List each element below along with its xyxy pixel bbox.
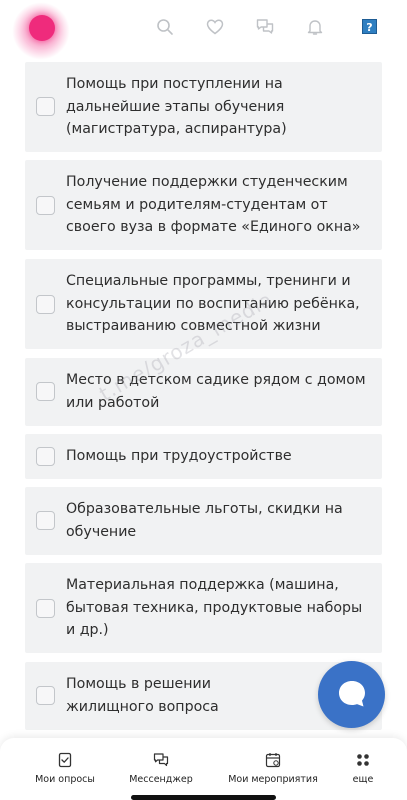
option-label: Место в детском садике рядом с домом или… — [66, 372, 366, 411]
messenger-icon — [153, 753, 169, 767]
home-indicator — [131, 795, 276, 800]
nav-more[interactable]: еще — [348, 752, 378, 785]
option-label: Помощь в решении жилищного вопроса — [66, 676, 219, 715]
option-checkbox[interactable] — [36, 97, 55, 116]
option-checkbox[interactable] — [36, 295, 55, 314]
heart-icon[interactable] — [206, 18, 224, 36]
option-card[interactable]: Специальные программы, тренинги и консул… — [25, 259, 382, 349]
option-label: Материальная поддержка (машина, бытовая … — [66, 577, 363, 638]
help-button[interactable]: ? — [362, 19, 377, 34]
option-checkbox[interactable] — [36, 511, 55, 530]
option-card[interactable]: Место в детском садике рядом с домом или… — [25, 358, 382, 426]
bell-icon[interactable] — [306, 18, 324, 36]
option-card[interactable]: Получение поддержки студенческим семьям … — [25, 160, 382, 250]
nav-label: Мои опросы — [35, 774, 95, 785]
logo-icon[interactable] — [29, 15, 55, 41]
option-card[interactable]: Образовательные льготы, скидки на обучен… — [25, 487, 382, 555]
search-icon[interactable] — [156, 18, 174, 36]
option-label: Образовательные льготы, скидки на обучен… — [66, 501, 343, 540]
option-checkbox[interactable] — [36, 686, 55, 705]
calendar-icon — [265, 753, 281, 768]
option-label: Помощь при трудоустройстве — [66, 448, 292, 464]
option-card[interactable]: Помощь при поступлении на дальнейшие эта… — [25, 62, 382, 152]
nav-label: Мои мероприятия — [228, 774, 318, 785]
more-grid-icon — [357, 754, 369, 766]
option-label: Получение поддержки студенческим семьям … — [66, 174, 361, 235]
nav-my-polls[interactable]: Мои опросы — [30, 752, 100, 785]
nav-label: еще — [352, 774, 374, 785]
nav-messenger[interactable]: Мессенджер — [126, 752, 196, 785]
option-label: Специальные программы, тренинги и консул… — [66, 273, 360, 334]
nav-my-events[interactable]: Мои мероприятия — [222, 752, 324, 785]
bottom-nav: Мои опросы Мессенджер Мои мероприятия ещ… — [0, 738, 407, 800]
top-bar: ? — [0, 0, 407, 60]
option-checkbox[interactable] — [36, 382, 55, 401]
chat-bubble-icon — [339, 681, 365, 707]
chat-fab-button[interactable] — [318, 661, 385, 728]
chat-icon[interactable] — [256, 18, 274, 36]
option-label: Помощь при поступлении на дальнейшие эта… — [66, 76, 287, 137]
option-checkbox[interactable] — [36, 447, 55, 466]
option-checkbox[interactable] — [36, 599, 55, 618]
option-checkbox[interactable] — [36, 196, 55, 215]
nav-label: Мессенджер — [129, 774, 193, 785]
poll-icon — [58, 752, 72, 768]
option-card[interactable]: Помощь при трудоустройстве — [25, 434, 382, 479]
option-card[interactable]: Материальная поддержка (машина, бытовая … — [25, 563, 382, 653]
